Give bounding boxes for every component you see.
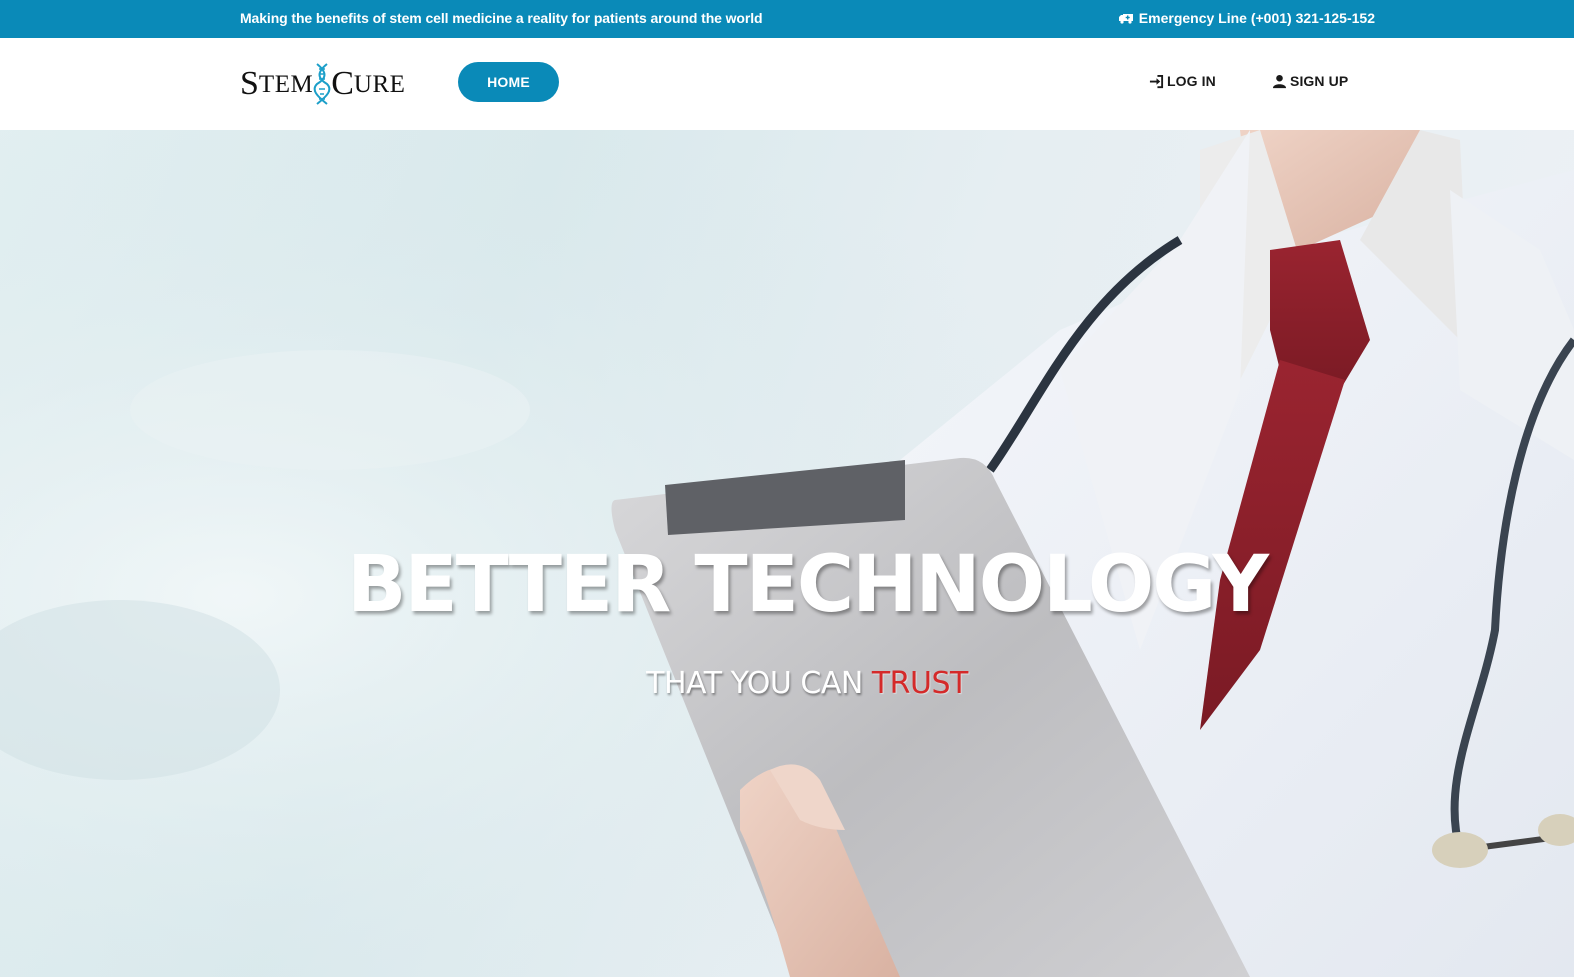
nav-login-link[interactable]: LOG IN — [1149, 73, 1216, 89]
hero-subtitle-lead: THAT YOU CAN — [646, 666, 872, 701]
emergency-line[interactable]: Emergency Line (+001) 321-125-152 — [1118, 10, 1375, 26]
site-header: S TEM C URE HOME LOG IN SIGN UP — [0, 38, 1574, 130]
signup-label: SIGN UP — [1290, 73, 1349, 89]
login-label: LOG IN — [1167, 73, 1216, 89]
hero-banner: BETTER TECHNOLOGY THAT YOU CAN TRUST — [0, 130, 1574, 977]
logo-text-ure: URE — [353, 70, 406, 98]
logo-initial-c: C — [331, 65, 354, 102]
top-info-bar: Making the benefits of stem cell medicin… — [0, 0, 1574, 38]
nav-signup-link[interactable]: SIGN UP — [1272, 73, 1348, 89]
hero-subtitle: THAT YOU CAN TRUST — [0, 666, 1574, 701]
user-icon — [1272, 74, 1287, 88]
emergency-text: Emergency Line (+001) 321-125-152 — [1138, 10, 1375, 26]
tagline: Making the benefits of stem cell medicin… — [240, 10, 763, 26]
sign-in-icon — [1149, 74, 1164, 88]
hero-title: BETTER TECHNOLOGY — [346, 540, 1269, 630]
hero-subtitle-accent: TRUST — [871, 666, 969, 701]
dna-icon — [313, 63, 331, 105]
nav-home-button[interactable]: HOME — [458, 62, 559, 102]
logo[interactable]: S TEM C URE — [240, 62, 405, 106]
logo-text-tem: TEM — [258, 70, 314, 98]
logo-initial-s: S — [240, 65, 259, 102]
ambulance-icon — [1118, 13, 1133, 24]
